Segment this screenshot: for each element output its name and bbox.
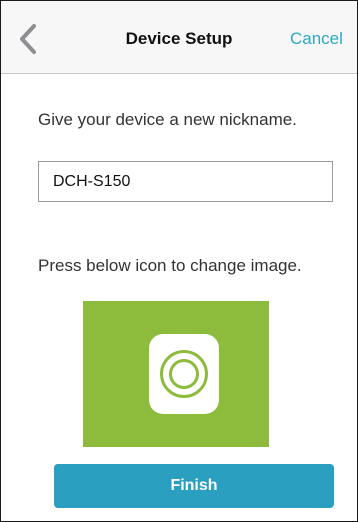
nickname-input[interactable]: [38, 161, 333, 202]
cancel-button[interactable]: Cancel: [290, 1, 343, 77]
device-setup-screen: Device Setup Cancel Give your device a n…: [0, 0, 358, 522]
navigation-bar: Device Setup Cancel: [1, 1, 357, 74]
change-image-prompt: Press below icon to change image.: [38, 256, 302, 275]
inner-ring: [169, 359, 199, 389]
outer-ring: [160, 350, 208, 398]
nickname-prompt: Give your device a new nickname.: [38, 110, 297, 129]
device-image-button[interactable]: [83, 301, 269, 447]
device-ring-icon: [149, 334, 219, 414]
finish-button[interactable]: Finish: [54, 464, 334, 508]
